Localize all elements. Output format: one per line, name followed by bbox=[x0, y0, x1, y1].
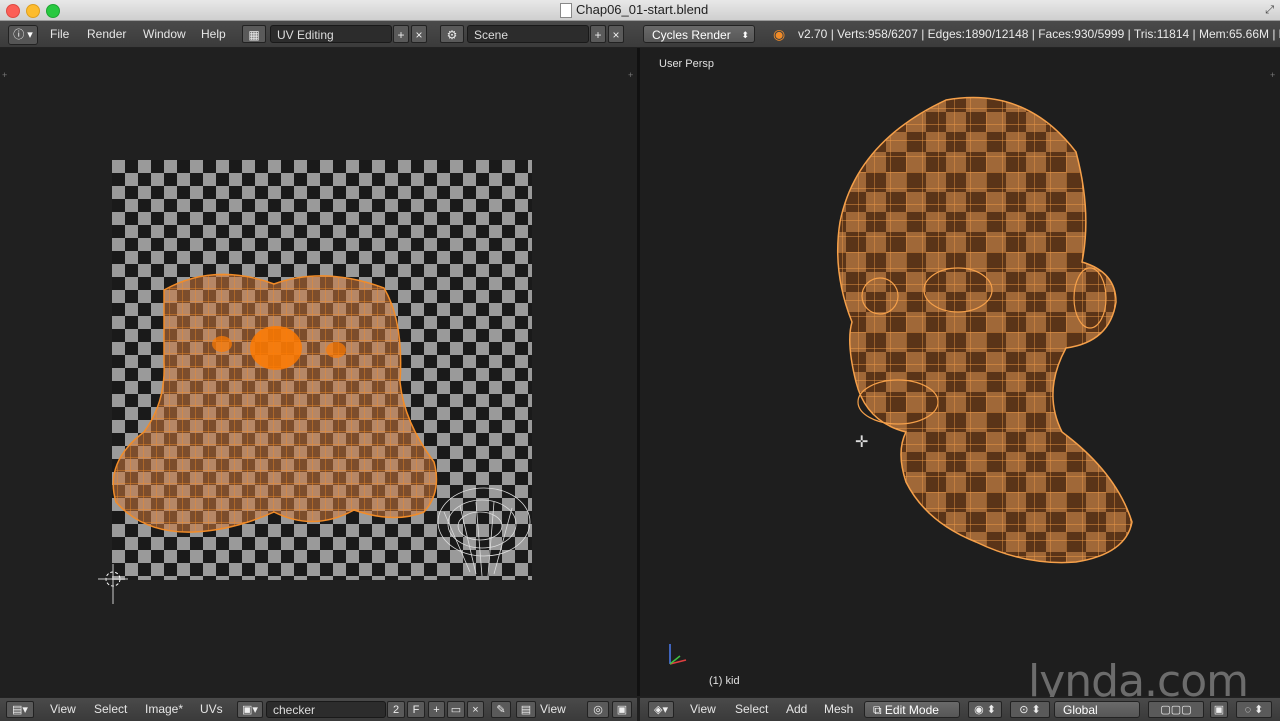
menu-render[interactable]: Render bbox=[87, 21, 126, 47]
mouse-cursor-icon: ✛ bbox=[855, 434, 869, 451]
uv-island-grid bbox=[113, 274, 437, 533]
editor-type-icon[interactable]: ▤▾ bbox=[6, 701, 34, 718]
uv-selected-vertices bbox=[212, 336, 232, 352]
area-split-corner-icon[interactable]: + bbox=[1270, 70, 1276, 80]
active-object-label: (1) kid bbox=[709, 675, 740, 687]
zoom-window-button[interactable] bbox=[46, 4, 60, 18]
viewport-header: ◈▾ View Select Add Mesh ⧉ Edit Mode ◉ ⬍ … bbox=[640, 697, 1280, 721]
render-engine-label: Cycles Render bbox=[652, 28, 731, 42]
orientation-label: Global bbox=[1063, 703, 1098, 717]
transform-orientation-select[interactable]: Global bbox=[1054, 701, 1140, 718]
menu-file[interactable]: File bbox=[50, 21, 69, 47]
uv-selected-vertices bbox=[250, 326, 302, 370]
uv-view-dropdown[interactable]: View bbox=[540, 698, 566, 721]
open-image-icon[interactable]: ▭ bbox=[447, 701, 465, 718]
uv-menu-uvs[interactable]: UVs bbox=[200, 698, 223, 721]
fullscreen-icon[interactable]: ⤢ bbox=[1265, 4, 1274, 17]
delete-screen-button[interactable]: × bbox=[411, 25, 427, 43]
viewport-menu-view[interactable]: View bbox=[690, 698, 716, 721]
image-name-field[interactable]: checker bbox=[266, 701, 386, 718]
unlink-image-button[interactable]: × bbox=[467, 701, 484, 718]
2d-cursor-icon[interactable] bbox=[98, 564, 128, 604]
window-titlebar: Chap06_01-start.blend ⤢ bbox=[0, 0, 1280, 21]
uv-selected-vertices bbox=[326, 342, 346, 358]
mode-label: Edit Mode bbox=[884, 703, 939, 717]
viewport-menu-select[interactable]: Select bbox=[735, 698, 768, 721]
render-engine-select[interactable]: Cycles Render ⬍ bbox=[643, 25, 755, 43]
pin-icon[interactable]: ✎ bbox=[491, 701, 511, 718]
add-screen-button[interactable]: + bbox=[393, 25, 409, 43]
shading-icon[interactable]: ◉ ⬍ bbox=[968, 701, 1002, 718]
uv-view-mode-icon[interactable]: ▤ bbox=[516, 701, 536, 718]
uv-menu-view[interactable]: View bbox=[50, 698, 76, 721]
add-scene-button[interactable]: + bbox=[590, 25, 606, 43]
fake-user-button[interactable]: F bbox=[407, 701, 425, 718]
scene-icon[interactable]: ⚙ bbox=[440, 25, 464, 43]
edit-mode-icon: ⧉ bbox=[873, 703, 885, 717]
head-wireframe bbox=[837, 97, 1132, 563]
menu-help[interactable]: Help bbox=[201, 21, 226, 47]
image-browse-icon[interactable]: ▣▾ bbox=[237, 701, 263, 718]
uv-island-ear bbox=[437, 487, 531, 577]
window-title: Chap06_01-start.blend bbox=[576, 2, 709, 17]
screen-layout-icon[interactable]: ▦ bbox=[242, 25, 266, 43]
proportional-edit-icon[interactable]: ◌ ⬍ bbox=[1236, 701, 1272, 718]
viewport-menu-add[interactable]: Add bbox=[786, 698, 807, 721]
viewport-editor-type-icon[interactable]: ◈▾ bbox=[648, 701, 674, 718]
close-window-button[interactable] bbox=[6, 4, 20, 18]
info-editor-type-icon[interactable]: ⓘ ▾ bbox=[8, 25, 38, 45]
screen-layout-field[interactable]: UV Editing bbox=[270, 25, 392, 43]
document-icon bbox=[560, 3, 572, 18]
layer-buttons[interactable]: ▢▢▢ bbox=[1148, 701, 1204, 718]
axis-gizmo-icon bbox=[669, 644, 687, 665]
scene-field[interactable]: Scene bbox=[467, 25, 589, 43]
select-mode-icon[interactable]: ▣ bbox=[1210, 701, 1228, 718]
uv-editor-header: ▤▾ View Select Image* UVs ▣▾ checker 2 F… bbox=[0, 697, 637, 721]
uv-menu-select[interactable]: Select bbox=[94, 698, 127, 721]
new-image-button[interactable]: + bbox=[428, 701, 445, 718]
head-mesh[interactable] bbox=[826, 92, 1146, 572]
pivot-point-icon[interactable]: ⊙ ⬍ bbox=[1010, 701, 1050, 718]
blender-logo-icon: ◉ bbox=[773, 26, 786, 42]
mode-select[interactable]: ⧉ Edit Mode bbox=[864, 701, 960, 718]
updown-arrow-icon: ⬍ bbox=[741, 30, 749, 40]
menu-window[interactable]: Window bbox=[143, 21, 186, 47]
uv-mesh-overlay[interactable] bbox=[104, 262, 544, 582]
viewport-menu-mesh[interactable]: Mesh bbox=[824, 698, 853, 721]
uv-menu-image[interactable]: Image* bbox=[145, 698, 183, 721]
image-users-count[interactable]: 2 bbox=[387, 701, 405, 718]
minimize-window-button[interactable] bbox=[26, 4, 40, 18]
scene-stats: v2.70 | Verts:958/6207 | Edges:1890/1214… bbox=[798, 27, 1280, 41]
snap-icon[interactable]: ▣ bbox=[612, 701, 632, 718]
view-label: User Persp bbox=[659, 58, 715, 70]
delete-scene-button[interactable]: × bbox=[608, 25, 624, 43]
pivot-icon[interactable]: ◎ bbox=[587, 701, 609, 718]
area-split-corner-icon[interactable]: + bbox=[628, 70, 634, 80]
area-split-corner-icon[interactable]: + bbox=[2, 70, 8, 80]
info-header: ⓘ ▾ File Render Window Help ▦ UV Editing… bbox=[0, 21, 1280, 48]
